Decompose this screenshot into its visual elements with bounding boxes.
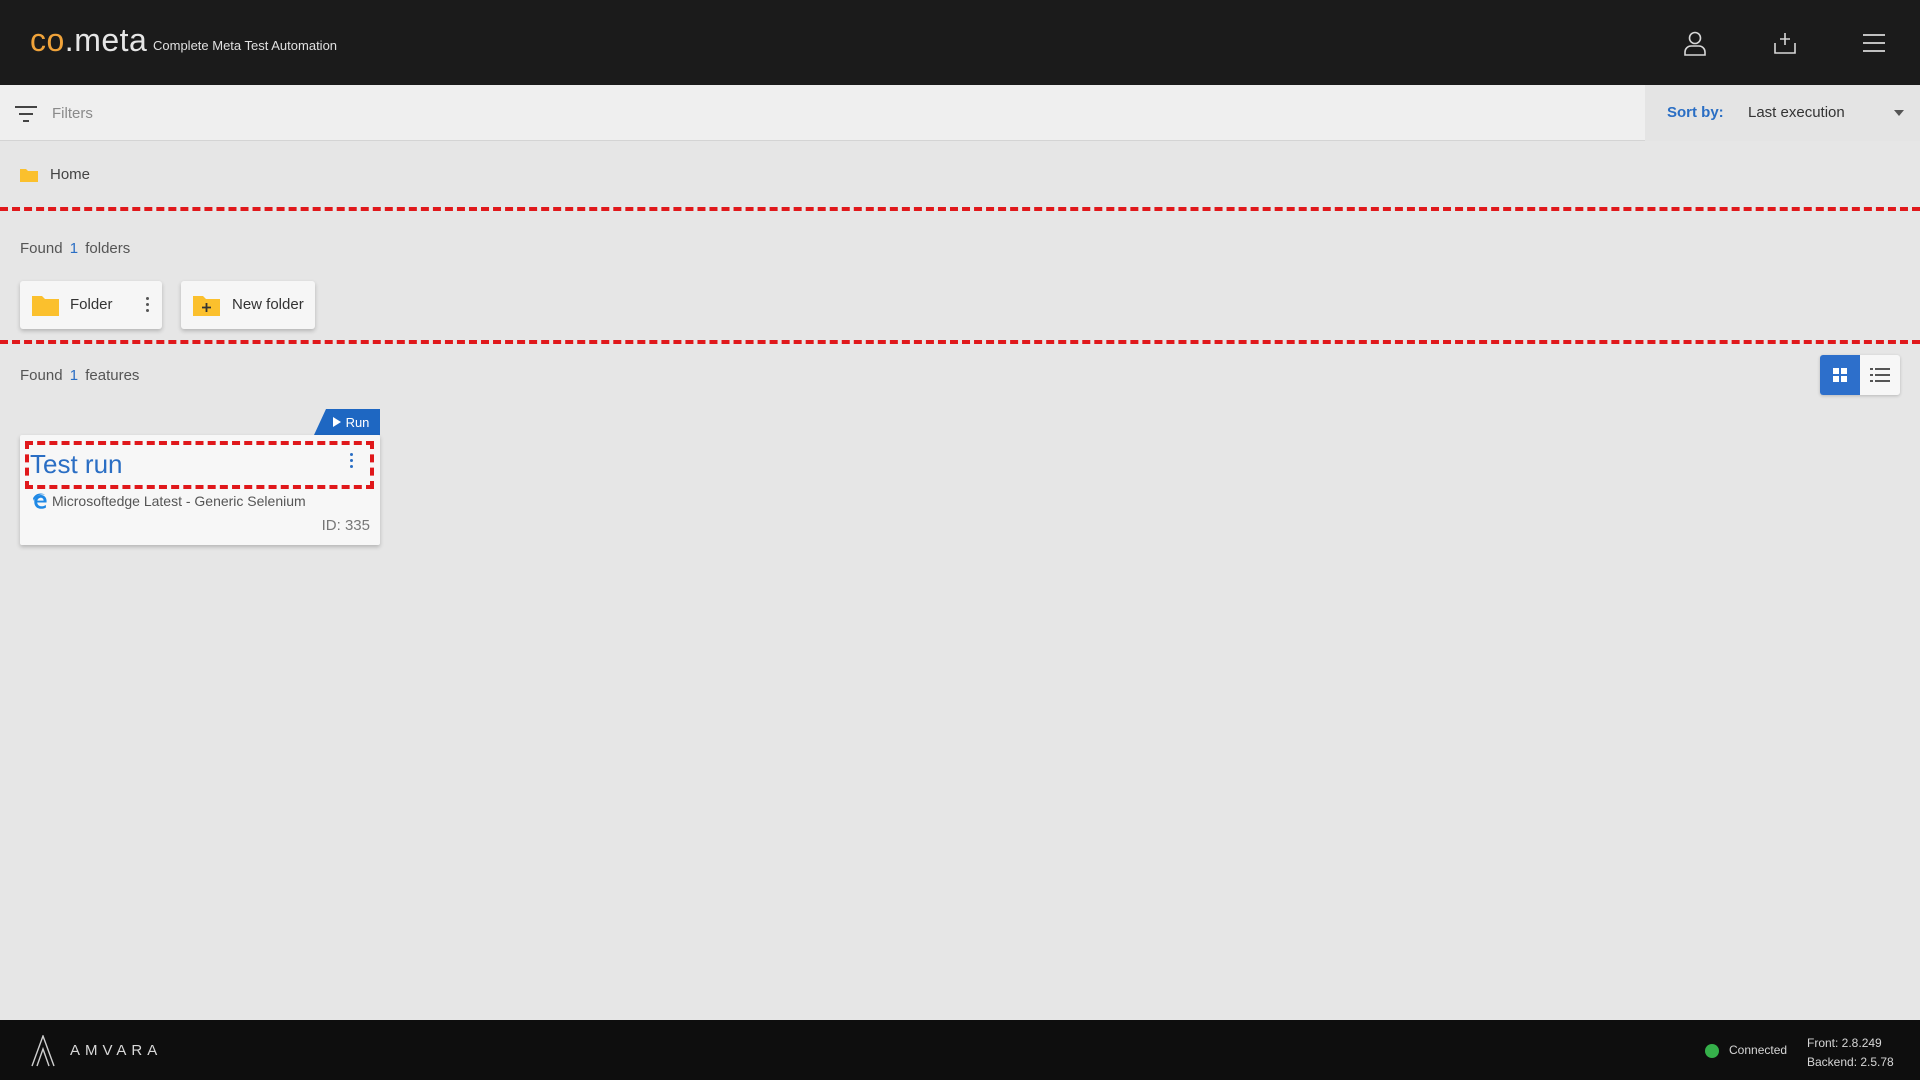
found-prefix: Found [20, 367, 63, 384]
found-prefix: Found [20, 240, 63, 257]
found-suffix: folders [85, 240, 131, 257]
app-footer: AMVARA Connected Front: 2.8.249 Backend:… [0, 1020, 1920, 1080]
sort-value: Last execution [1748, 104, 1845, 121]
grid-icon [1833, 368, 1847, 382]
play-icon [332, 417, 341, 427]
sort-select[interactable]: Sort by: Last execution [1645, 85, 1920, 141]
folders-count: 1 [69, 240, 79, 257]
run-label: Run [345, 414, 370, 430]
logo-meta: meta [74, 22, 148, 58]
app-subtitle: Complete Meta Test Automation [153, 38, 338, 53]
front-version: Front: 2.8.249 [1807, 1036, 1882, 1050]
user-icon[interactable] [1678, 26, 1712, 60]
feature-id: ID: 335 [321, 517, 370, 534]
breadcrumb: Home [20, 166, 90, 183]
grid-view-button[interactable] [1820, 355, 1860, 395]
new-folder-label: New folder [232, 296, 304, 313]
backend-version: Backend: 2.5.78 [1807, 1055, 1894, 1069]
amvara-logo-icon [31, 1035, 55, 1067]
filters-input[interactable] [52, 99, 1052, 127]
connection-status: Connected [1729, 1043, 1788, 1057]
connection-status-dot [1705, 1044, 1719, 1058]
feature-title[interactable]: Test run [30, 449, 123, 480]
view-toggle [1820, 355, 1900, 395]
chevron-down-icon [1894, 110, 1904, 116]
folder-icon [20, 168, 38, 182]
new-folder-button[interactable]: New folder [181, 281, 315, 329]
features-found-text: Found 1 features [20, 367, 139, 384]
feature-browser: Microsoftedge Latest - Generic Selenium [32, 493, 306, 509]
features-count: 1 [69, 367, 79, 384]
highlight-divider [0, 207, 1920, 211]
sort-label: Sort by: [1667, 104, 1724, 121]
found-suffix: features [85, 367, 140, 384]
folder-card[interactable]: Folder [20, 281, 162, 329]
folders-found-text: Found 1 folders [20, 240, 130, 257]
filter-icon[interactable] [14, 105, 38, 123]
logo-co: co [30, 22, 65, 58]
list-icon [1870, 368, 1890, 382]
app-logo[interactable]: co.meta [30, 22, 147, 59]
folder-options-icon[interactable] [146, 294, 149, 314]
feature-options-icon[interactable] [350, 451, 353, 469]
list-view-button[interactable] [1860, 355, 1900, 395]
add-folder-icon [193, 296, 220, 316]
filter-bar: Sort by: Last execution [0, 85, 1920, 141]
logo-dot: . [64, 22, 75, 58]
highlight-divider [0, 340, 1920, 344]
folder-name: Folder [70, 296, 113, 313]
breadcrumb-home[interactable]: Home [50, 166, 90, 183]
add-feature-icon[interactable] [1768, 26, 1802, 60]
app-header: co.meta Complete Meta Test Automation [0, 0, 1920, 85]
amvara-brand: AMVARA [70, 1042, 163, 1059]
menu-icon[interactable] [1857, 26, 1891, 60]
feature-card[interactable]: Test run Microsoftedge Latest - Generic … [20, 435, 380, 545]
run-button[interactable]: Run [314, 409, 380, 435]
edge-icon [33, 493, 47, 509]
browser-label: Microsoftedge Latest - Generic Selenium [52, 493, 306, 509]
folder-icon [32, 296, 59, 316]
